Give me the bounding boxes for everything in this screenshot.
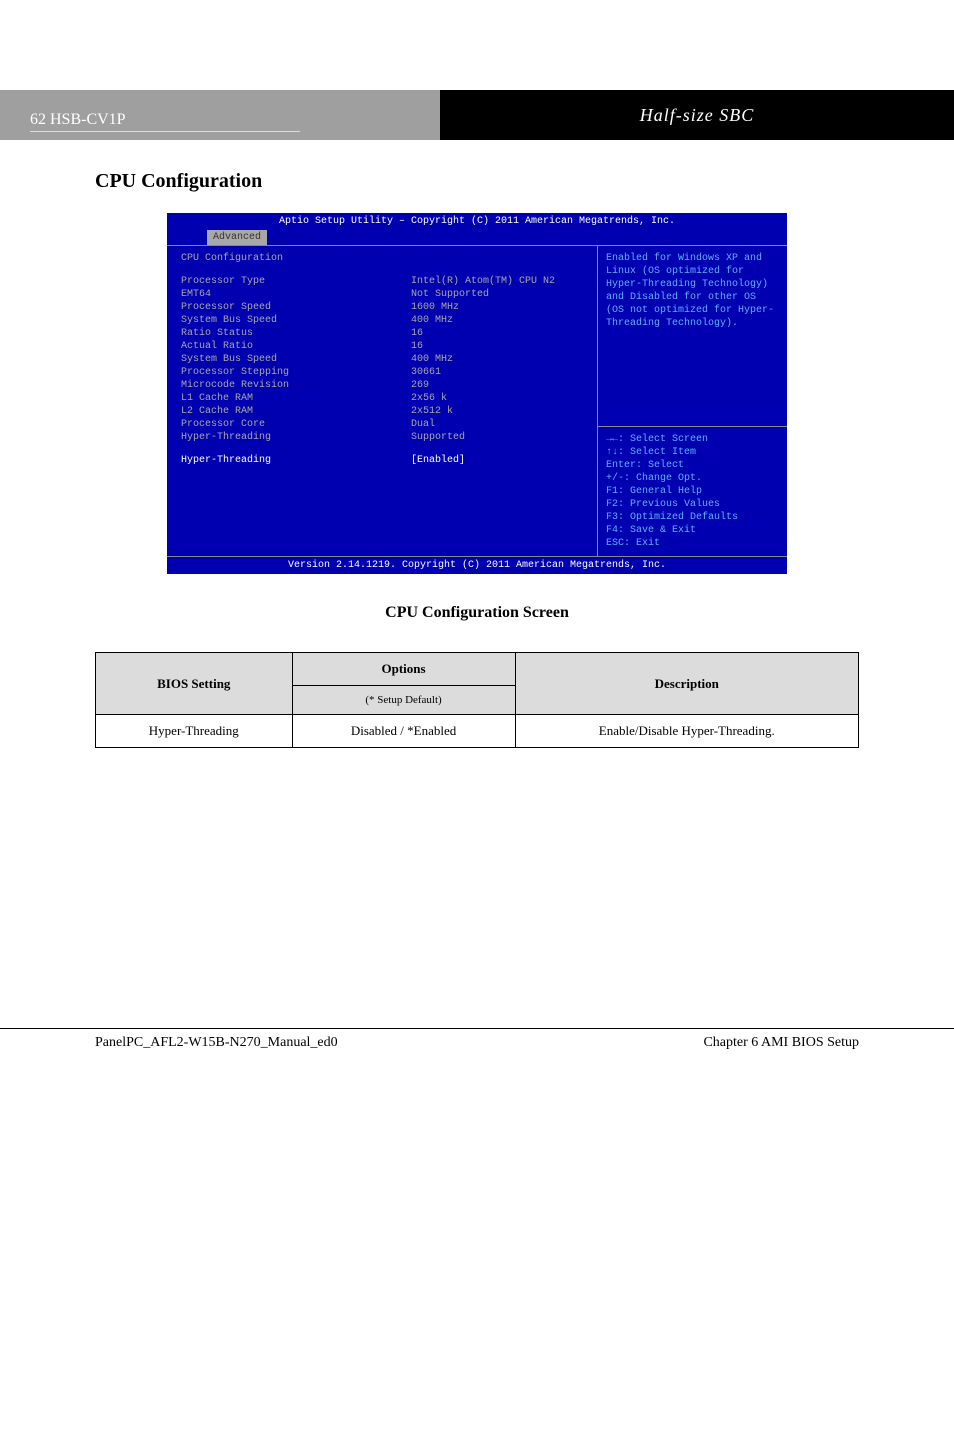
bios-info-row: System Bus Speed400 MHz [181,353,583,366]
th-sub-header: (* Setup Default) [292,686,515,715]
bios-nav-divider [598,426,787,427]
bios-info-label: Processor Core [181,418,411,431]
bios-nav-line: +/-: Change Opt. [606,472,779,485]
bios-help-text: Enabled for Windows XP and Linux (OS opt… [606,252,779,330]
bios-info-label: Ratio Status [181,327,411,340]
header-left-text: 62 HSB-CV1P [30,111,300,132]
bios-body: CPU Configuration Processor TypeIntel(R)… [167,245,787,556]
header-right: Half-size SBC [440,90,954,140]
bios-nav-line: →←: Select Screen [606,433,779,446]
bios-info-row: L2 Cache RAM2x512 k [181,405,583,418]
bios-info-value: 30661 [411,366,583,379]
figure-caption: CPU Configuration Screen [95,604,859,622]
bios-info-value: 400 MHz [411,314,583,327]
bios-nav-line: F1: General Help [606,485,779,498]
th-bios-setting: BIOS Setting [96,653,293,715]
bios-right-panel: Enabled for Windows XP and Linux (OS opt… [597,246,787,556]
bios-tab-row: Advanced [167,230,787,245]
bios-info-value: 16 [411,340,583,353]
th-description: Description [515,653,858,715]
table-cell: Enable/Disable Hyper-Threading. [515,715,858,748]
bios-info-value: 1600 MHz [411,301,583,314]
bios-left-panel: CPU Configuration Processor TypeIntel(R)… [167,246,597,556]
bios-info-label: Hyper-Threading [181,431,411,444]
bios-nav-line: F2: Previous Values [606,498,779,511]
bios-info-row: EMT64Not Supported [181,288,583,301]
bios-info-value: Intel(R) Atom(TM) CPU N2 [411,275,583,288]
bios-info-value: 16 [411,327,583,340]
bios-info-row: Hyper-ThreadingSupported [181,431,583,444]
bios-info-label: Processor Stepping [181,366,411,379]
bios-info-label: Microcode Revision [181,379,411,392]
bios-bottom-bar: Version 2.14.1219. Copyright (C) 2011 Am… [167,556,787,574]
bios-info-label: System Bus Speed [181,314,411,327]
bios-nav-line: F3: Optimized Defaults [606,511,779,524]
bios-option-hyper-threading[interactable]: Hyper-Threading [Enabled] [181,454,583,467]
bios-info-row: Actual Ratio16 [181,340,583,353]
bios-nav-line: ↑↓: Select Item [606,446,779,459]
bios-info-label: Processor Speed [181,301,411,314]
bios-info-row: System Bus Speed400 MHz [181,314,583,327]
bios-tab-advanced[interactable]: Advanced [207,230,267,245]
bios-info-label: L2 Cache RAM [181,405,411,418]
footer-right: Chapter 6 AMI BIOS Setup [703,1035,859,1051]
bios-info-value: 400 MHz [411,353,583,366]
bios-info-label: L1 Cache RAM [181,392,411,405]
bios-info-value: Dual [411,418,583,431]
bios-title-bar: Aptio Setup Utility – Copyright (C) 2011… [167,213,787,230]
footer-left: PanelPC_AFL2-W15B-N270_Manual_ed0 [95,1035,338,1051]
bios-info-label: Actual Ratio [181,340,411,353]
section-title: CPU Configuration [95,170,859,193]
table-cell: Hyper-Threading [96,715,293,748]
bios-nav-line: Enter: Select [606,459,779,472]
bios-info-value: 2x512 k [411,405,583,418]
bios-option-label: Hyper-Threading [181,454,411,467]
bios-info-row: Processor CoreDual [181,418,583,431]
bios-info-row: Processor TypeIntel(R) Atom(TM) CPU N2 [181,275,583,288]
th-options: Options [292,653,515,686]
bios-info-row: Processor Speed1600 MHz [181,301,583,314]
header-right-text: Half-size SBC [640,105,755,126]
bios-info-label: Processor Type [181,275,411,288]
bios-info-value: Supported [411,431,583,444]
header-left: 62 HSB-CV1P [0,90,440,140]
bios-screenshot: Aptio Setup Utility – Copyright (C) 2011… [167,213,787,574]
table-cell: Disabled / *Enabled [292,715,515,748]
bios-info-row: Microcode Revision269 [181,379,583,392]
bios-info-value: 2x56 k [411,392,583,405]
bios-info-row: Ratio Status16 [181,327,583,340]
page-header: 62 HSB-CV1P Half-size SBC [0,90,954,140]
bios-nav-line: ESC: Exit [606,537,779,550]
table-row: Hyper-ThreadingDisabled / *EnabledEnable… [96,715,859,748]
page-footer: PanelPC_AFL2-W15B-N270_Manual_ed0 Chapte… [0,1028,954,1051]
bios-info-row: Processor Stepping30661 [181,366,583,379]
bios-info-label: EMT64 [181,288,411,301]
bios-nav-line: F4: Save & Exit [606,524,779,537]
bios-option-value: [Enabled] [411,454,583,467]
bios-info-value: 269 [411,379,583,392]
bios-panel-title: CPU Configuration [181,252,583,265]
bios-info-label: System Bus Speed [181,353,411,366]
bios-info-row: L1 Cache RAM2x56 k [181,392,583,405]
option-table: BIOS Setting Options Description (* Setu… [95,652,859,748]
content-area: CPU Configuration Aptio Setup Utility – … [0,140,954,748]
bios-info-value: Not Supported [411,288,583,301]
